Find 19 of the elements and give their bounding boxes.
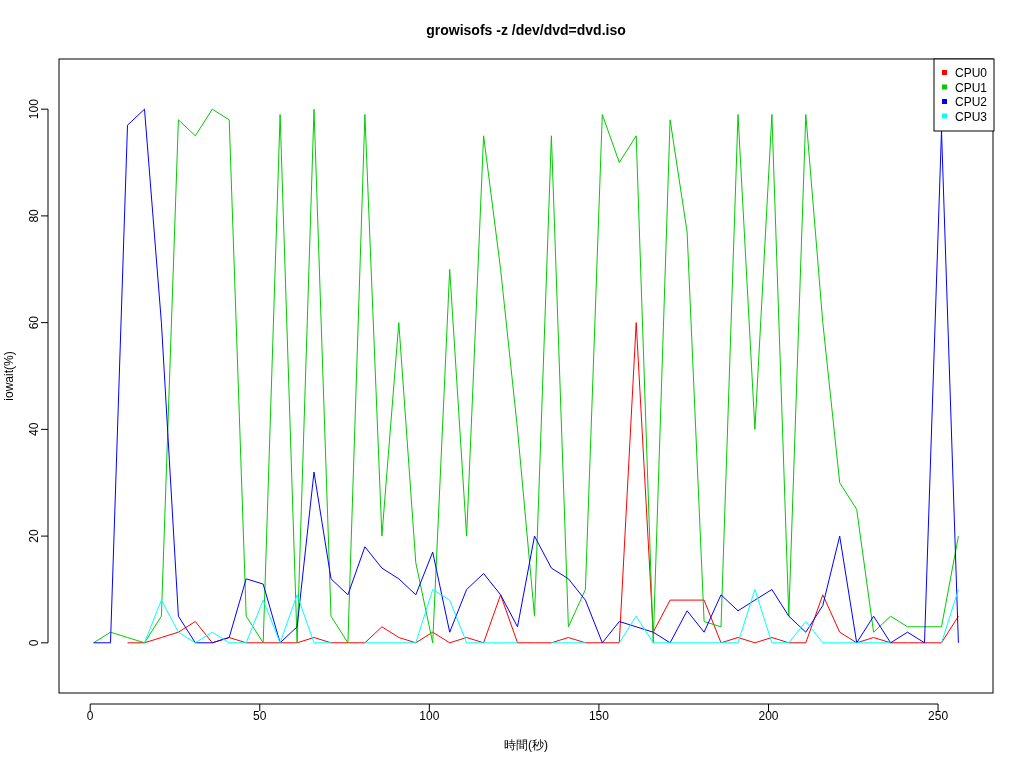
tick-label: 60 xyxy=(27,315,41,330)
tick-label: 80 xyxy=(27,209,41,223)
tick-label: 0 xyxy=(86,709,94,723)
tick-label: 0 xyxy=(27,639,41,647)
tick-label: 250 xyxy=(928,709,949,723)
axis-label: iowait(%) xyxy=(2,351,16,401)
tick-label: 100 xyxy=(419,709,440,723)
chart-title: growisofs -z /dev/dvd=dvd.iso xyxy=(426,22,626,38)
tick-label: 150 xyxy=(588,709,609,723)
tick-label: 40 xyxy=(27,422,41,437)
tick-label: 50 xyxy=(253,709,267,723)
tick-label: 20 xyxy=(27,529,41,543)
legend-label: CPU3 xyxy=(955,109,987,124)
legend-label: CPU2 xyxy=(955,95,987,109)
tick-label: 100 xyxy=(27,99,41,120)
tick-label: 200 xyxy=(758,709,779,723)
legend-label: CPU0 xyxy=(955,66,987,80)
legend-label: CPU1 xyxy=(955,80,987,95)
axis-label: 時間(秒) xyxy=(504,738,548,752)
